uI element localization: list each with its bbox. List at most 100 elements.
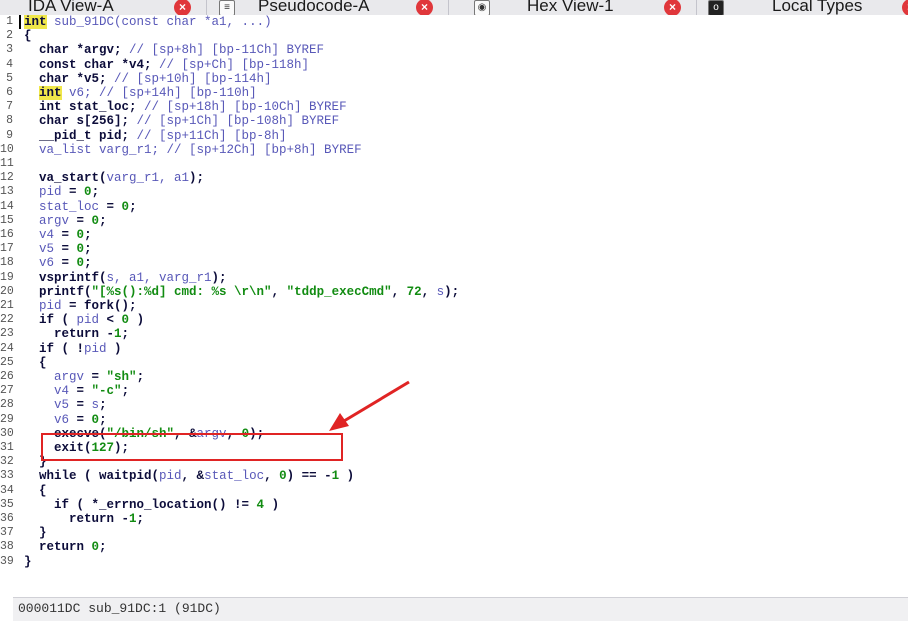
line-number: 37 — [0, 526, 14, 540]
tab-separator — [206, 0, 207, 15]
tab-local-types[interactable]: Local Types — [772, 0, 862, 15]
code-line[interactable]: va_list varg_r1; // [sp+12Ch] [bp+8h] BY… — [24, 143, 362, 157]
line-number: 38 — [0, 540, 14, 554]
line-number: 3 — [6, 43, 13, 57]
close-icon[interactable]: × — [664, 0, 681, 15]
line-number: 15 — [0, 213, 14, 227]
code-line[interactable]: if ( !pid ) — [24, 342, 122, 356]
code-line[interactable]: const char *v4; // [sp+Ch] [bp-118h] — [24, 58, 309, 72]
tab-separator — [696, 0, 697, 15]
close-icon[interactable]: × — [416, 0, 433, 15]
code-line[interactable]: int stat_loc; // [sp+18h] [bp-10Ch] BYRE… — [24, 100, 347, 114]
code-line[interactable]: v6 = 0; — [24, 256, 92, 270]
line-number: 34 — [0, 483, 14, 497]
code-line[interactable]: } — [24, 555, 32, 569]
code-line[interactable]: char *argv; // [sp+8h] [bp-11Ch] BYREF — [24, 43, 324, 57]
tab-label: Pseudocode-A — [258, 0, 370, 15]
code-line[interactable]: printf("[%s():%d] cmd: %s \r\n", "tddp_e… — [24, 285, 459, 299]
line-number: 17 — [0, 242, 14, 256]
line-number: 36 — [0, 512, 14, 525]
code-line[interactable]: } — [24, 526, 47, 540]
code-line[interactable]: v5 = s; — [24, 398, 107, 412]
tab-ida-view-a[interactable]: IDA View-A — [28, 0, 114, 15]
code-line[interactable]: char *v5; // [sp+10h] [bp-114h] — [24, 72, 272, 86]
code-line[interactable]: __pid_t pid; // [sp+11Ch] [bp-8h] — [24, 129, 287, 143]
line-number: 23 — [0, 327, 14, 341]
code-line[interactable]: va_start(varg_r1, a1); — [24, 171, 204, 185]
code-line[interactable]: argv = 0; — [24, 214, 107, 228]
line-number: 13 — [0, 185, 14, 199]
code-line[interactable]: argv = "sh"; — [24, 370, 144, 384]
code-line[interactable]: { — [24, 29, 32, 43]
line-number: 10 — [0, 142, 14, 156]
tab-separator — [448, 0, 449, 15]
line-number: 2 — [6, 29, 13, 43]
line-number: 5 — [6, 71, 13, 85]
line-number: 4 — [6, 57, 13, 71]
status-text: 000011DC sub_91DC:1 (91DC) — [18, 601, 221, 616]
line-number: 28 — [0, 398, 14, 412]
line-number: 27 — [0, 384, 14, 398]
red-arrow-icon — [329, 380, 410, 431]
pseudocode-editor[interactable]: 1 int sub_91DC(const char *a1, ...) 2 {3 ch… — [0, 15, 908, 595]
highlight-box — [41, 433, 343, 461]
line-number: 12 — [0, 171, 14, 185]
line-number: 32 — [0, 455, 14, 469]
tab-label: Hex View-1 — [527, 0, 614, 15]
pseudocode-icon: ≡ — [219, 0, 235, 15]
code-line[interactable]: return 0; — [24, 540, 107, 554]
status-bar: 000011DC sub_91DC:1 (91DC) — [13, 597, 908, 621]
line-number: 14 — [0, 199, 14, 213]
tab-label: Local Types — [772, 0, 863, 15]
close-icon[interactable]: × — [174, 0, 191, 15]
line-number: 7 — [6, 100, 13, 114]
line-number: 20 — [0, 284, 14, 298]
local-types-icon: o — [708, 0, 724, 15]
line-number: 19 — [0, 270, 14, 284]
line-number: 9 — [6, 128, 13, 142]
line-number: 16 — [0, 228, 14, 241]
code-line[interactable]: if ( *_errno_location() != 4 ) — [24, 498, 279, 512]
code-line[interactable]: vsprintf(s, a1, varg_r1); — [24, 271, 227, 285]
line-number: 22 — [0, 313, 14, 327]
code-line[interactable]: pid = fork(); — [24, 299, 137, 313]
line-number: 29 — [0, 412, 14, 426]
line-number: 35 — [0, 497, 14, 511]
line-number: 24 — [0, 341, 14, 355]
code-line[interactable]: if ( pid < 0 ) — [24, 313, 144, 327]
tab-label: IDA View-A — [28, 0, 114, 15]
line-number: 6 — [6, 86, 13, 99]
tab-pseudocode-a[interactable]: Pseudocode-A — [258, 0, 370, 15]
code-line[interactable]: { — [24, 356, 47, 370]
line-number: 26 — [0, 370, 14, 383]
line-number: 11 — [0, 157, 14, 170]
line-number: 30 — [0, 426, 14, 440]
line-number: 8 — [6, 114, 13, 128]
tab-bar: IDA View-A × ≡ Pseudocode-A × ◉ Hex View… — [0, 0, 908, 16]
line-number: 18 — [0, 256, 14, 270]
line-number: 31 — [0, 441, 14, 454]
hex-view-icon: ◉ — [474, 0, 490, 15]
code-line[interactable]: v5 = 0; — [24, 242, 92, 256]
text-cursor — [19, 15, 21, 29]
code-line[interactable]: v6 = 0; — [24, 413, 107, 427]
code-line[interactable]: stat_loc = 0; — [24, 200, 137, 214]
code-line[interactable]: int sub_91DC(const char *a1, ...) — [24, 15, 272, 29]
line-number: 39 — [0, 554, 14, 568]
code-line[interactable]: pid = 0; — [24, 185, 99, 199]
code-line[interactable]: int v6; // [sp+14h] [bp-110h] — [24, 86, 257, 100]
code-line[interactable]: { — [24, 484, 47, 498]
code-line[interactable]: v4 = "-c"; — [24, 384, 129, 398]
code-line[interactable]: char s[256]; // [sp+1Ch] [bp-108h] BYREF — [24, 114, 339, 128]
line-number: 33 — [0, 469, 14, 483]
close-icon[interactable]: × — [902, 0, 908, 15]
line-number: 25 — [0, 355, 14, 369]
code-line[interactable]: return -1; — [24, 512, 144, 526]
code-line[interactable]: return -1; — [24, 327, 129, 341]
line-number: 21 — [0, 299, 14, 312]
code-line[interactable]: v4 = 0; — [24, 228, 92, 242]
code-line[interactable]: while ( waitpid(pid, &stat_loc, 0) == -1… — [24, 469, 354, 483]
line-number: 1 — [6, 15, 13, 28]
gutter-strip — [0, 597, 13, 622]
tab-hex-view-1[interactable]: Hex View-1 — [527, 0, 614, 15]
